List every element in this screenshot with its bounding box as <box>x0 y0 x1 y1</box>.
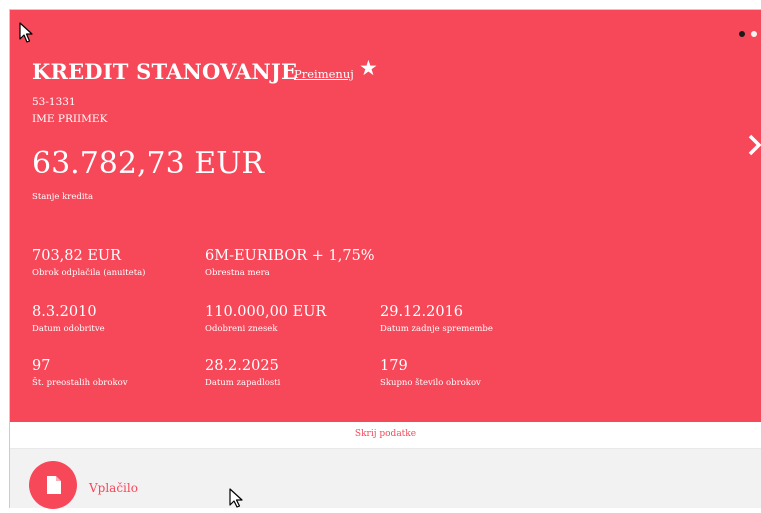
account-number: 53-1331 <box>32 96 76 108</box>
star-icon[interactable]: ★ <box>359 58 378 79</box>
detail-value: 110.000,00 EUR <box>205 304 327 320</box>
detail-value: 29.12.2016 <box>380 304 464 320</box>
mouse-pointer-icon <box>19 22 33 48</box>
hide-details-bar: Skrij podatke <box>10 422 761 449</box>
document-icon <box>47 476 61 494</box>
chevron-right-icon[interactable] <box>744 131 761 159</box>
detail-label: Datum odobritve <box>32 324 105 334</box>
hide-details-link[interactable]: Skrij podatke <box>10 429 761 439</box>
detail-label: Skupno število obrokov <box>380 378 481 388</box>
payment-label[interactable]: Vplačilo <box>89 481 138 495</box>
loan-title: KREDIT STANOVANJE <box>32 59 298 84</box>
detail-label: Datum zadnje spremembe <box>380 324 493 334</box>
account-owner: IME PRIIMEK <box>32 113 108 125</box>
detail-value: 97 <box>32 358 51 374</box>
detail-label: Obrok odplačila (anuiteta) <box>32 268 146 278</box>
detail-value: 703,82 EUR <box>32 248 122 264</box>
detail-value: 8.3.2010 <box>32 304 97 320</box>
detail-label: Datum zapadlosti <box>205 378 281 388</box>
detail-value: 179 <box>380 358 408 374</box>
detail-total-installments: 179 Skupno število obrokov <box>380 358 481 388</box>
actions-bar: Vplačilo <box>10 449 761 509</box>
payment-button[interactable] <box>29 461 77 509</box>
detail-last-change-date: 29.12.2016 Datum zadnje spremembe <box>380 304 493 334</box>
detail-label: Obrestna mera <box>205 268 270 278</box>
detail-approved-amount: 110.000,00 EUR Odobreni znesek <box>205 304 326 334</box>
detail-remaining-installments: 97 Št. preostalih obrokov <box>32 358 128 388</box>
detail-value: 28.2.2025 <box>205 358 279 374</box>
carousel-dot-active[interactable] <box>739 31 745 37</box>
detail-approval-date: 8.3.2010 Datum odobritve <box>32 304 105 334</box>
loan-balance: 63.782,73 EUR <box>32 146 264 181</box>
detail-maturity-date: 28.2.2025 Datum zapadlosti <box>205 358 280 388</box>
detail-label: Št. preostalih obrokov <box>32 378 128 388</box>
detail-installment: 703,82 EUR Obrok odplačila (anuiteta) <box>32 248 146 278</box>
detail-interest-rate: 6M-EURIBOR + 1,75% Obrestna mera <box>205 248 375 278</box>
detail-value: 6M-EURIBOR + 1,75% <box>205 248 375 264</box>
loan-balance-label: Stanje kredita <box>32 192 94 202</box>
detail-label: Odobreni znesek <box>205 324 278 334</box>
mouse-pointer-icon <box>229 488 243 512</box>
carousel-dot[interactable] <box>751 31 757 37</box>
loan-card: KREDIT STANOVANJE Preimenuj ★ 53-1331 IM… <box>10 10 761 422</box>
rename-link[interactable]: Preimenuj <box>294 67 354 81</box>
